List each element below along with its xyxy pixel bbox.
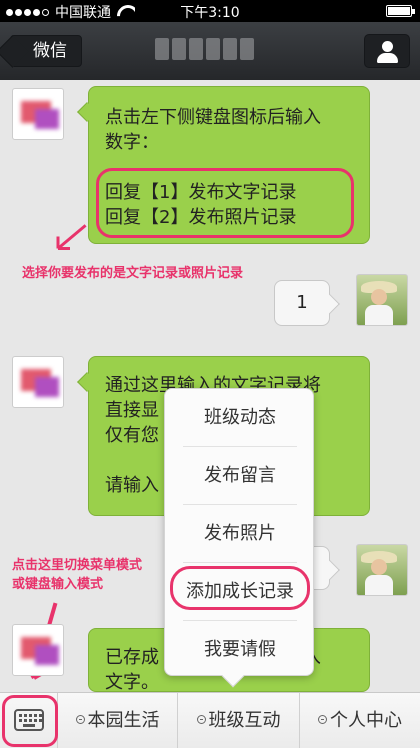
menu-item-request-leave[interactable]: 我要请假 [165,621,315,678]
highlight-ring-keyboard [2,695,58,747]
back-button-label: 微信 [33,41,67,61]
bottom-menu-bar: 本园生活 班级互动 个人中心 [0,692,420,748]
menu-dot-icon [196,715,206,724]
menu-item-class-news[interactable]: 班级动态 [165,389,315,446]
battery-icon [386,5,415,17]
annotation-switch-mode: 点击这里切换菜单模式 或键盘输入模式 [12,558,143,592]
user-avatar[interactable] [356,274,408,326]
menu-item-post-message[interactable]: 发布留言 [165,447,315,504]
tab-campus-life[interactable]: 本园生活 [58,693,178,748]
menu-dot-icon [318,715,327,724]
nav-bar: 微信 [0,22,420,80]
tab-personal-center[interactable]: 个人中心 [300,693,420,748]
user-message-bubble: 1 [274,280,340,326]
menu-dot-icon [75,715,85,724]
user-avatar[interactable] [356,544,408,596]
annotation-arrow [57,224,87,250]
tab-class-interaction[interactable]: 班级互动 [178,693,300,748]
person-icon [382,41,393,52]
status-bar: 中国联通 下午3:10 [0,0,420,22]
profile-button[interactable] [364,34,410,68]
menu-item-post-photo[interactable]: 发布照片 [165,505,315,562]
annotation-choose-type: 选择你要发布的是文字记录或照片记录 [22,266,244,281]
sender-avatar[interactable] [12,624,64,676]
sender-avatar[interactable] [12,88,64,140]
sender-avatar[interactable] [12,356,64,408]
status-time: 下午3:10 [180,5,240,21]
class-interaction-menu: 班级动态 发布留言 发布照片 添加成长记录 我要请假 [164,388,315,688]
back-button[interactable]: 微信 [10,35,82,67]
chat-title-blurred [155,38,275,64]
highlight-ring-reply-options [96,168,354,238]
highlight-ring-growth-record [170,566,310,610]
message-text: 1 [296,292,308,313]
